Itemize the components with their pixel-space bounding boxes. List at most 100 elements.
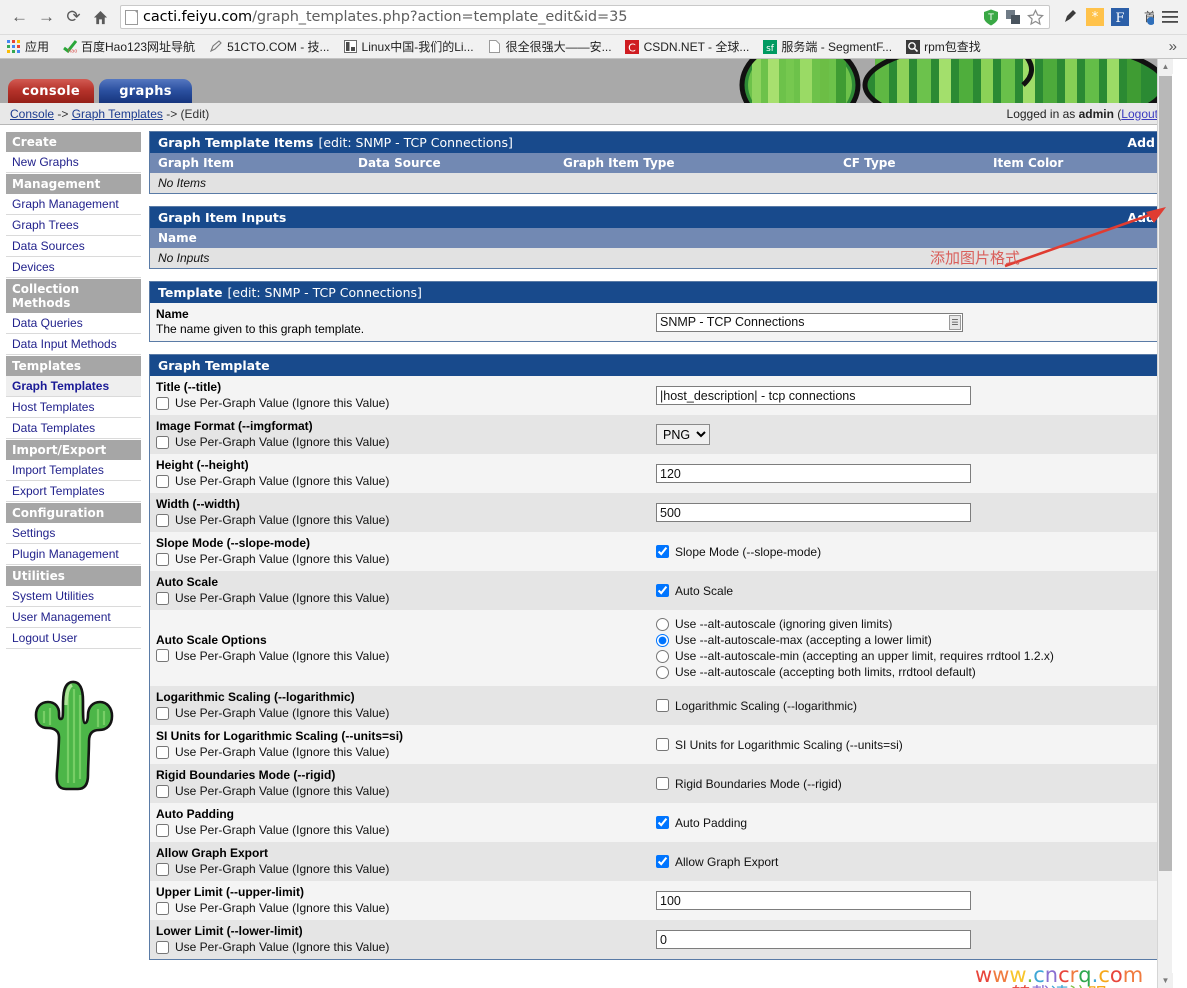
bookmark-csdn[interactable]: C CSDN.NET - 全球... [625,38,749,55]
cn-extension-icon[interactable]: 首 [1134,6,1156,28]
per-graph-checkbox[interactable] [156,784,169,798]
field-label: Auto Padding [156,807,234,821]
sidebar-item-data-templates[interactable]: Data Templates [6,418,141,439]
lower-limit-input[interactable] [656,930,971,949]
tab-console[interactable]: console [8,79,94,103]
autoscale-radio-1[interactable] [656,633,669,647]
bookmark-linuxcn[interactable]: Linux中国-我们的Li... [343,38,474,55]
per-graph-label: Use Per-Graph Value (Ignore this Value) [175,435,390,449]
resize-handle-icon[interactable]: ☰ [949,314,961,330]
template-name-input[interactable] [656,312,963,332]
shield-icon[interactable]: T [981,7,1001,27]
sidebar-item-settings[interactable]: Settings [6,523,141,544]
sidebar-item-data-queries[interactable]: Data Queries [6,313,141,334]
image-format-select[interactable]: PNG [656,424,710,445]
sidebar-item-host-templates[interactable]: Host Templates [6,397,141,418]
auto-padding-checkbox[interactable] [656,816,669,829]
autoscale-radio-2[interactable] [656,649,669,663]
scrollbar-thumb[interactable] [1159,76,1172,871]
per-graph-checkbox[interactable] [156,745,169,759]
height-input[interactable] [656,464,971,483]
add-graph-item-input-link[interactable]: Add [1127,210,1155,225]
autoscale-radio-0[interactable] [656,617,669,631]
reload-icon[interactable]: ⟳ [60,4,87,31]
bookmark-page[interactable]: 很全很强大——安... [487,38,612,55]
per-graph-checkbox[interactable] [156,474,169,488]
menu-icon[interactable] [1159,6,1181,28]
sidebar-item-export-templates[interactable]: Export Templates [6,481,141,502]
add-graph-item-link[interactable]: Add [1127,135,1155,150]
field-label-block: SI Units for Logarithmic Scaling (--unit… [150,725,650,764]
field-label-block: Height (--height) Use Per-Graph Value (I… [150,454,650,493]
width-input[interactable] [656,503,971,522]
sidebar-item-graph-management[interactable]: Graph Management [6,194,141,215]
pen-extension-icon[interactable] [1059,6,1081,28]
panel-subtitle: [edit: SNMP - TCP Connections] [318,135,513,150]
page-scrollbar[interactable]: ▲ ▼ [1157,59,1173,988]
address-bar[interactable]: cacti.feiyu.com/graph_templates.php?acti… [120,5,1050,29]
sidebar-item-new-graphs[interactable]: New Graphs [6,152,141,173]
per-graph-checkbox[interactable] [156,862,169,876]
per-graph-label: Use Per-Graph Value (Ignore this Value) [175,823,390,837]
autoscale-radio-3[interactable] [656,665,669,679]
form-row-slope-mode: Slope Mode (--slope-mode) Use Per-Graph … [150,532,1163,571]
per-graph-checkbox[interactable] [156,649,169,662]
translate-icon[interactable] [1003,7,1023,27]
sidebar-item-data-sources[interactable]: Data Sources [6,236,141,257]
auto-scale-toggle: Auto Scale [656,584,733,598]
f-extension-icon[interactable]: F [1109,6,1131,28]
per-graph-checkbox[interactable] [156,591,169,605]
bookmark-segmentfault[interactable]: sf 服务端 - SegmentF... [762,38,892,55]
allow-export-checkbox[interactable] [656,855,669,868]
empty-items-row: No Items [150,173,1163,193]
browser-navigation-bar: ← → ⟳ cacti.feiyu.com/graph_templates.ph… [0,0,1187,35]
tab-graphs[interactable]: graphs [99,79,192,103]
slope-mode-checkbox[interactable] [656,545,669,558]
si-units-checkbox[interactable] [656,738,669,751]
sidebar-item-graph-templates[interactable]: Graph Templates [6,376,141,397]
sidebar-section-import-export: Import/Export [6,439,141,460]
back-icon[interactable]: ← [6,4,33,31]
segmentfault-icon: sf [762,39,777,54]
per-graph-checkbox[interactable] [156,940,169,954]
sidebar-item-devices[interactable]: Devices [6,257,141,278]
rigid-checkbox[interactable] [656,777,669,790]
per-graph-label: Use Per-Graph Value (Ignore this Value) [175,648,390,663]
autoscale-option-1: Use --alt-autoscale-max (accepting a low… [656,633,932,647]
sidebar-item-logout-user[interactable]: Logout User [6,628,141,649]
sidebar-item-plugin-management[interactable]: Plugin Management [6,544,141,565]
upper-limit-input[interactable] [656,891,971,910]
bookmark-star-icon[interactable] [1025,7,1045,27]
forward-icon[interactable]: → [33,4,60,31]
sidebar-item-user-management[interactable]: User Management [6,607,141,628]
sidebar-item-data-input-methods[interactable]: Data Input Methods [6,334,141,355]
bookmark-hao123[interactable]: hao 百度Hao123网址导航 [62,38,195,55]
title-input[interactable] [656,386,971,405]
auto-scale-checkbox[interactable] [656,584,669,597]
bookmark-51cto[interactable]: 51CTO.COM - 技... [208,38,330,55]
per-graph-checkbox[interactable] [156,901,169,915]
logarithmic-checkbox[interactable] [656,699,669,712]
breadcrumb-console[interactable]: Console [10,107,54,121]
breadcrumb-graph-templates[interactable]: Graph Templates [72,107,163,121]
home-icon[interactable] [87,4,114,31]
sidebar-item-system-utilities[interactable]: System Utilities [6,586,141,607]
per-graph-checkbox[interactable] [156,513,169,527]
bookmark-rpm-search[interactable]: rpm包查找 [905,38,981,55]
field-label: SI Units for Logarithmic Scaling (--unit… [156,729,404,743]
bookmark-apps[interactable]: 应用 [6,38,49,55]
per-graph-checkbox[interactable] [156,552,169,566]
scroll-up-icon[interactable]: ▲ [1158,59,1173,74]
bookmarks-overflow-button[interactable]: » [1169,38,1181,55]
asterisk-extension-icon[interactable]: * [1084,6,1106,28]
sidebar-item-import-templates[interactable]: Import Templates [6,460,141,481]
per-graph-toggle: Use Per-Graph Value (Ignore this Value) [156,435,644,449]
per-graph-checkbox[interactable] [156,396,169,410]
per-graph-checkbox[interactable] [156,823,169,837]
logout-link[interactable]: Logout [1121,107,1158,121]
sidebar-item-graph-trees[interactable]: Graph Trees [6,215,141,236]
scroll-down-icon[interactable]: ▼ [1158,973,1173,988]
per-graph-label: Use Per-Graph Value (Ignore this Value) [175,552,390,566]
per-graph-checkbox[interactable] [156,435,169,449]
per-graph-checkbox[interactable] [156,706,169,720]
